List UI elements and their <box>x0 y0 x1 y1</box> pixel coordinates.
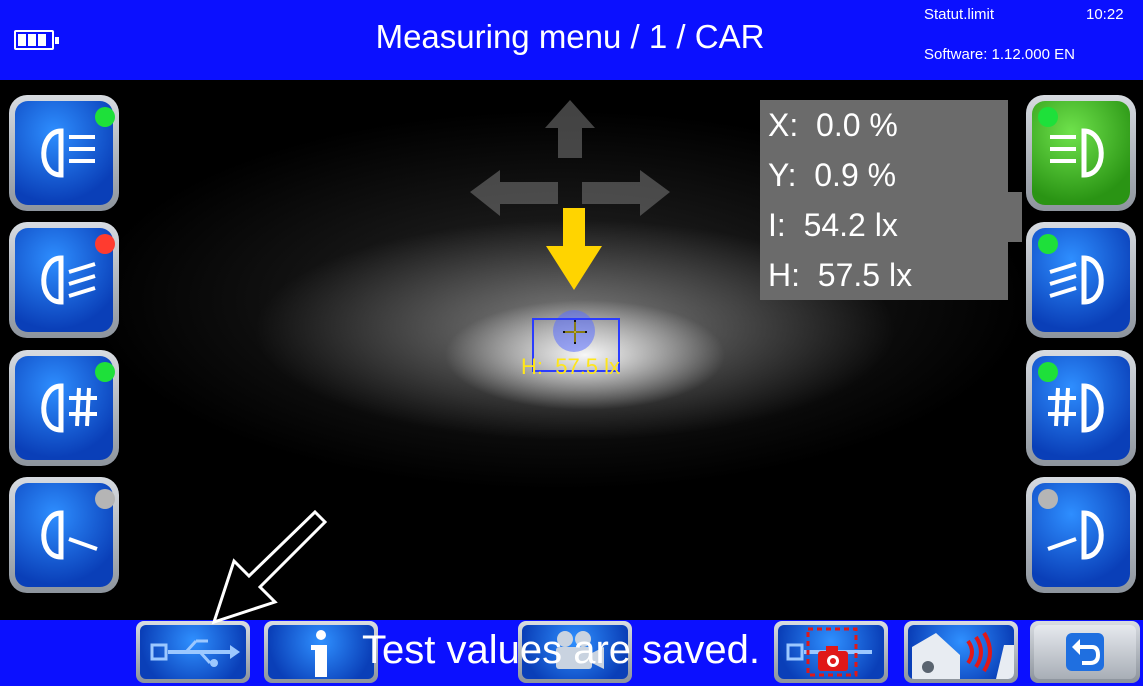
hint-arrow-icon <box>211 509 328 625</box>
single-beam-right-button[interactable] <box>1026 477 1136 593</box>
status-led <box>1038 234 1058 254</box>
clock: 10:22 <box>1086 6 1124 23</box>
vehicle-signal-button[interactable] <box>904 621 1018 683</box>
low-beam-button[interactable] <box>9 95 119 211</box>
snapshot-button[interactable] <box>774 621 888 683</box>
h-value: H: 57.5 lx <box>768 257 913 293</box>
software-version: Software: 1.12.000 EN <box>924 46 1075 63</box>
single-beam-button[interactable] <box>9 477 119 593</box>
fog-light-button[interactable] <box>9 350 119 466</box>
status-led <box>95 234 115 254</box>
status-led <box>95 362 115 382</box>
target-label: H: 57.5 lx <box>521 354 621 379</box>
status-led <box>95 489 115 509</box>
back-icon <box>1066 633 1104 671</box>
camera-icon <box>786 627 872 677</box>
readout-tab <box>1008 192 1022 242</box>
measurement-readout: X: 0.0 % Y: 0.9 % I: 54.2 lx H: 57.5 lx <box>760 100 1008 300</box>
x-value: X: 0.0 % <box>768 107 898 143</box>
battery-icon <box>14 30 59 50</box>
fog-light-right-button[interactable] <box>1026 350 1136 466</box>
car-signal-icon <box>912 631 1014 679</box>
high-beam-right-button[interactable] <box>1026 222 1136 338</box>
intensity-value: I: 54.2 lx <box>768 207 898 243</box>
arrow-down-icon <box>546 208 602 290</box>
status-led <box>1038 107 1058 127</box>
status-led <box>1038 489 1058 509</box>
back-button[interactable] <box>1030 621 1140 683</box>
status-led <box>95 107 115 127</box>
crosshair-icon <box>563 320 587 344</box>
header-bar: Measuring menu / 1 / CAR Statut.limit 10… <box>0 0 1143 80</box>
status-text: Statut.limit <box>924 6 995 23</box>
high-beam-button[interactable] <box>9 222 119 338</box>
status-led <box>1038 362 1058 382</box>
y-value: Y: 0.9 % <box>768 157 897 193</box>
low-beam-right-button[interactable] <box>1026 95 1136 211</box>
status-message: Test values are saved. <box>362 628 760 672</box>
direction-cross-icon <box>470 100 670 216</box>
page-title: Measuring menu / 1 / CAR <box>375 18 765 55</box>
